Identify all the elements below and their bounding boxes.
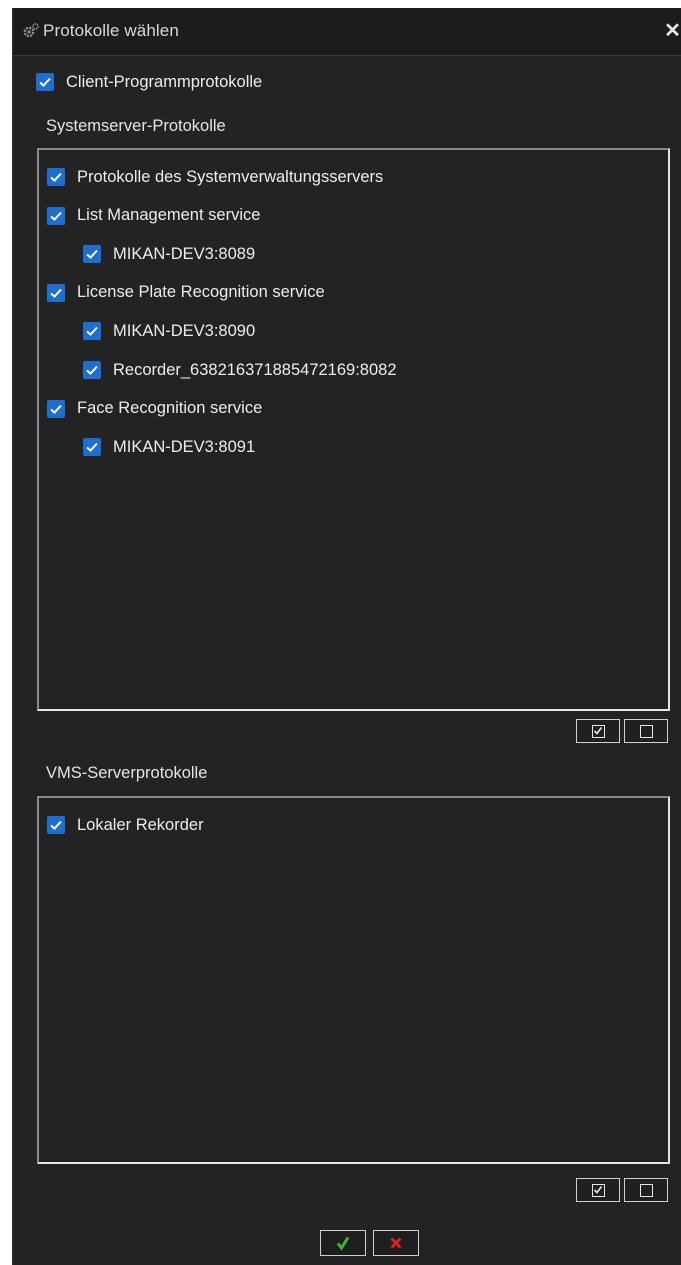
- item-label: Protokolle des Systemverwaltungsservers: [77, 167, 384, 186]
- item-checkbox[interactable]: [83, 245, 101, 264]
- item-label: Face Recognition service: [77, 399, 263, 418]
- cancel-button[interactable]: [373, 1230, 419, 1256]
- system-server-list[interactable]: Protokolle des Systemverwaltungsservers L…: [37, 148, 670, 711]
- dialog-title: Protokolle wählen: [43, 21, 179, 40]
- checkmark-icon: [336, 1236, 350, 1251]
- item-checkbox[interactable]: [47, 283, 65, 302]
- uncheck-all-icon: [640, 1184, 653, 1197]
- tree-item-license-plate-recognition-service[interactable]: License Plate Recognition service: [47, 282, 325, 304]
- item-checkbox[interactable]: [47, 168, 65, 186]
- ok-button[interactable]: [320, 1230, 366, 1256]
- select-none-vms-button[interactable]: [624, 1178, 668, 1202]
- item-label: Lokaler Rekorder: [77, 815, 204, 834]
- tree-item-mikan-dev3-8089[interactable]: MIKAN-DEV3:8089: [83, 243, 255, 265]
- select-all-system-button[interactable]: [576, 719, 620, 743]
- protocol-dialog: Protokolle wählen ✕ Client-Programmproto…: [12, 8, 681, 1265]
- select-none-system-button[interactable]: [624, 719, 668, 743]
- client-protocols-checkbox[interactable]: [36, 73, 54, 91]
- tree-item-protokolle-des-systemverwaltungsservers[interactable]: Protokolle des Systemverwaltungsservers: [47, 166, 383, 188]
- tree-item-mikan-dev3-8090[interactable]: MIKAN-DEV3:8090: [83, 320, 255, 342]
- item-checkbox[interactable]: [47, 816, 65, 834]
- close-icon[interactable]: ✕: [663, 20, 681, 42]
- tree-item-face-recognition-service[interactable]: Face Recognition service: [47, 398, 262, 420]
- select-all-vms-button[interactable]: [576, 1178, 620, 1202]
- item-label: MIKAN-DEV3:8089: [113, 244, 256, 263]
- x-icon: [390, 1237, 402, 1249]
- vms-server-section-label: VMS-Serverprotokolle: [46, 764, 208, 782]
- title-bar[interactable]: Protokolle wählen ✕: [13, 8, 681, 56]
- item-label: Recorder_638216371885472169:8082: [113, 360, 397, 379]
- client-protocols-label: Client-Programmprotokolle: [66, 72, 263, 91]
- gear-icon: [22, 22, 40, 40]
- item-checkbox[interactable]: [47, 399, 65, 418]
- item-label: MIKAN-DEV3:8091: [113, 437, 256, 456]
- check-all-icon: [592, 725, 605, 738]
- vms-server-list[interactable]: Lokaler Rekorder: [37, 796, 670, 1164]
- item-checkbox[interactable]: [83, 438, 101, 457]
- client-protocols-option[interactable]: Client-Programmprotokolle: [36, 71, 262, 93]
- item-checkbox[interactable]: [47, 206, 65, 225]
- tree-item-recorder-638216371885472169-8082[interactable]: Recorder_638216371885472169:8082: [83, 359, 397, 381]
- uncheck-all-icon: [640, 725, 653, 738]
- item-label: List Management service: [77, 206, 261, 225]
- tree-item-list-management-service[interactable]: List Management service: [47, 205, 260, 227]
- item-checkbox[interactable]: [83, 322, 101, 341]
- item-checkbox[interactable]: [83, 361, 101, 379]
- tree-item-mikan-dev3-8091[interactable]: MIKAN-DEV3:8091: [83, 436, 255, 458]
- item-label: License Plate Recognition service: [77, 283, 325, 302]
- item-label: MIKAN-DEV3:8090: [113, 321, 256, 340]
- system-server-section-label: Systemserver-Protokolle: [46, 117, 226, 135]
- check-all-icon: [592, 1184, 605, 1197]
- tree-item-lokaler-rekorder[interactable]: Lokaler Rekorder: [47, 814, 204, 836]
